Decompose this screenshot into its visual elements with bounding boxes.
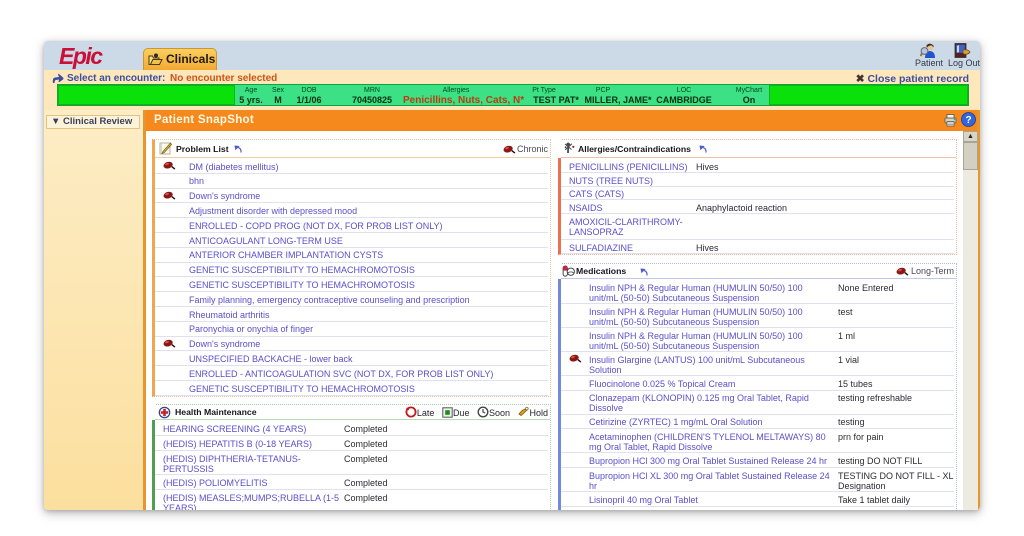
svg-text:?: ? [965,115,971,126]
